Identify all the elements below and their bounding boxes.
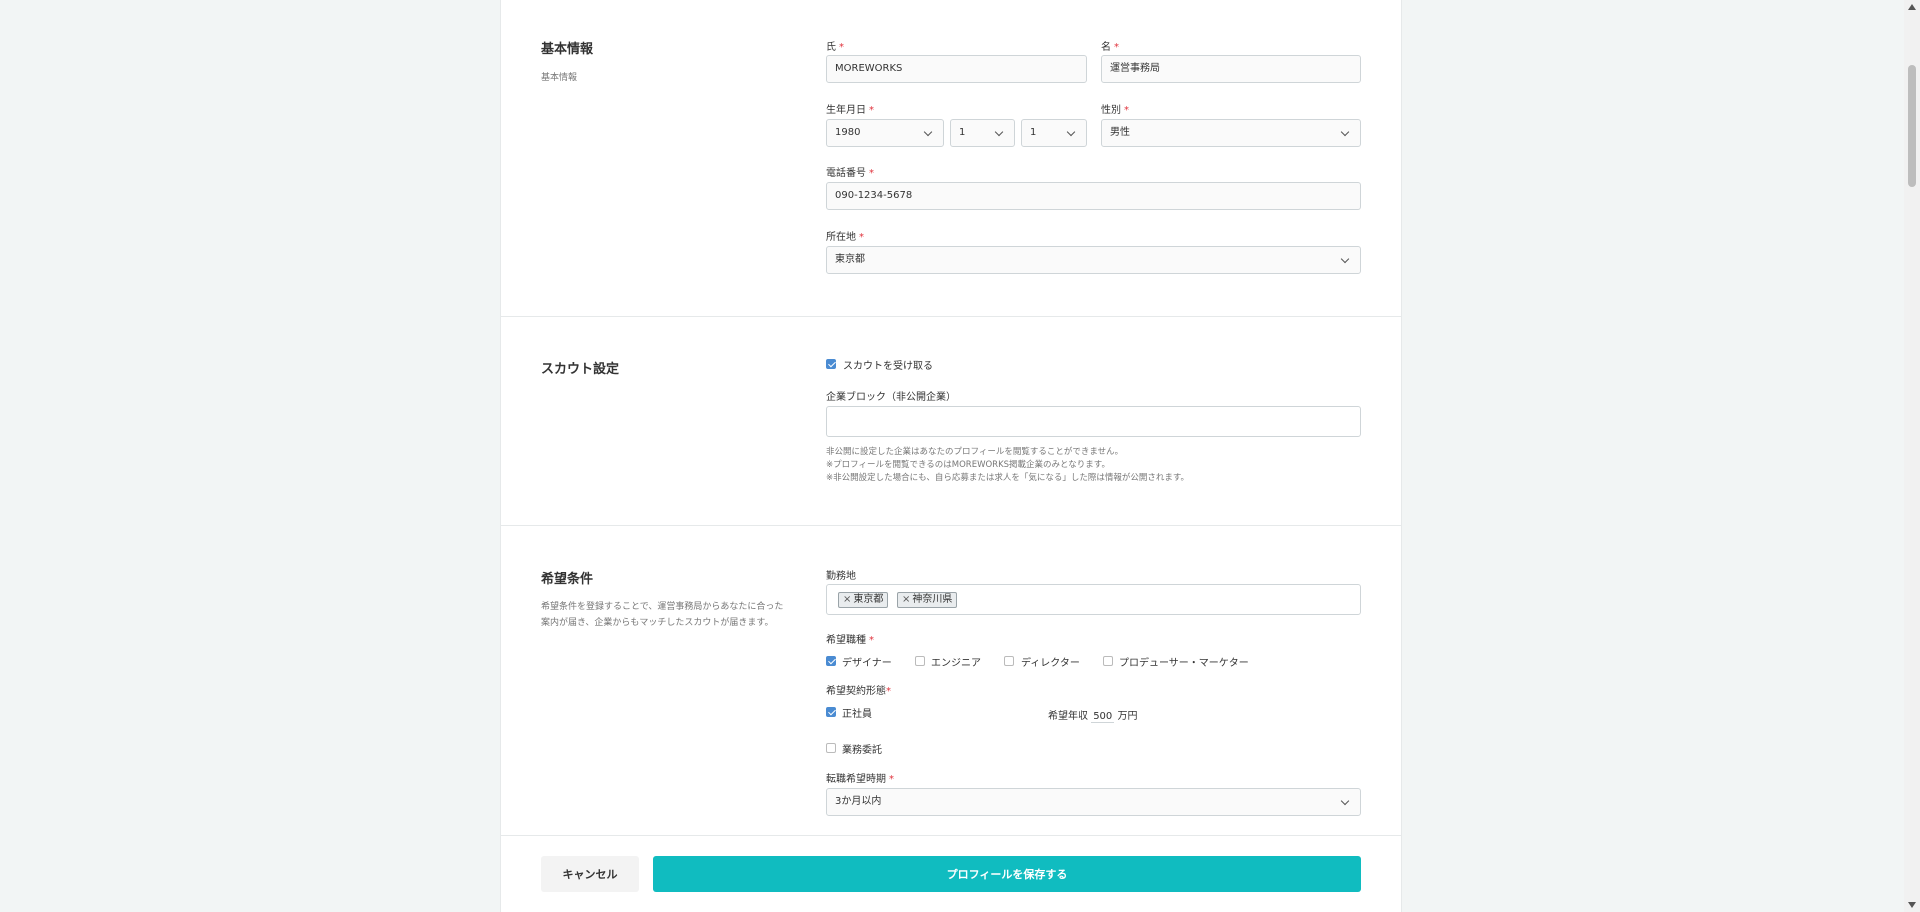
tag-remove-icon[interactable]: × [843,594,851,605]
workplace-label: 勤務地 [826,571,856,582]
phone-label: 電話番号 * [826,168,874,179]
wish-conditions-title: 希望条件 [541,572,594,587]
basic-info-desc: 基本情報 [541,73,578,83]
contract-fulltime-checkbox[interactable] [826,707,836,717]
contract-outsource-checkbox[interactable] [826,743,836,753]
job-director-checkbox[interactable] [1004,656,1014,666]
receive-scout-label[interactable]: スカウトを受け取る [843,357,933,372]
page-scrollbar[interactable] [1904,0,1920,912]
birth-month-select[interactable]: 1 [950,119,1015,147]
gender-label: 性別 * [1101,105,1129,116]
contract-type-label: 希望契約形態* [826,686,891,697]
birth-day-select[interactable]: 1 [1021,119,1087,147]
timing-select[interactable]: 3か月以内 [826,788,1361,816]
workplace-tag[interactable]: × 神奈川県 [897,592,958,608]
basic-info-section: 基本情報 基本情報 氏 * MOREWORKS 名 * 運営事務局 生年月日 * 19… [501,0,1401,317]
location-label: 所在地 * [826,232,864,243]
scroll-down-icon[interactable] [1908,902,1916,908]
job-type-label: 希望職種 * [826,635,874,646]
wish-conditions-section: 希望条件 希望条件を登録することで、運営事務局からあなたに合った案内が届き、企業… [501,525,1401,845]
first-name-input[interactable]: 運営事務局 [1101,55,1361,83]
save-profile-button[interactable]: プロフィールを保存する [653,856,1361,892]
basic-info-title: 基本情報 [541,42,594,57]
profile-form-page: 基本情報 基本情報 氏 * MOREWORKS 名 * 運営事務局 生年月日 * 19… [500,0,1402,912]
wish-conditions-desc: 希望条件を登録することで、運営事務局からあなたに合った案内が届き、企業からもマッ… [541,602,784,628]
job-director-label[interactable]: ディレクター [1021,654,1080,669]
last-name-input[interactable]: MOREWORKS [826,55,1087,83]
receive-scout-checkbox[interactable] [826,359,836,369]
tag-remove-icon[interactable]: × [902,594,910,605]
birth-year-select[interactable]: 1980 [826,119,944,147]
timing-label: 転職希望時期 * [826,774,894,785]
scout-note-2: ※プロフィールを閲覧できるのはMOREWORKS掲載企業のみとなります。 [826,460,1110,470]
job-producer-checkbox[interactable] [1103,656,1113,666]
salary-input[interactable]: 500 [1091,711,1115,723]
job-designer-label[interactable]: デザイナー [842,654,892,669]
job-engineer-checkbox[interactable] [915,656,925,666]
contract-fulltime-label[interactable]: 正社員 [842,705,872,720]
workplace-tag-input[interactable]: × 東京都 × 神奈川県 [826,584,1361,615]
contract-outsource-label[interactable]: 業務委託 [842,741,882,756]
job-designer-checkbox[interactable] [826,656,836,666]
cancel-button[interactable]: キャンセル [541,856,639,892]
desired-salary: 希望年収 500 万円 [1048,711,1138,723]
workplace-tag[interactable]: × 東京都 [838,592,889,608]
gender-select[interactable]: 男性 [1101,119,1361,147]
scout-settings-title: スカウト設定 [541,362,620,377]
scout-note-3: ※非公開設定した場合にも、自ら応募または求人を「気になる」した際は情報が公開され… [826,473,1190,483]
scout-note-1: 非公開に設定した企業はあなたのプロフィールを閲覧することができません。 [826,447,1124,457]
job-engineer-label[interactable]: エンジニア [931,654,981,669]
company-block-input[interactable] [826,406,1361,437]
scout-settings-section: スカウト設定 スカウトを受け取る 企業ブロック（非公開企業） 非公開に設定した企… [501,316,1401,526]
job-producer-label[interactable]: プロデューサー・マーケター [1119,654,1249,669]
scrollbar-thumb[interactable] [1908,65,1916,187]
scroll-up-icon[interactable] [1908,4,1916,10]
form-footer: キャンセル プロフィールを保存する [501,835,1401,912]
birthdate-label: 生年月日 * [826,105,874,116]
last-name-label: 氏 * [826,42,844,53]
phone-input[interactable]: 090-1234-5678 [826,182,1361,210]
location-select[interactable]: 東京都 [826,246,1361,274]
company-block-label: 企業ブロック（非公開企業） [826,392,956,403]
first-name-label: 名 * [1101,42,1119,53]
